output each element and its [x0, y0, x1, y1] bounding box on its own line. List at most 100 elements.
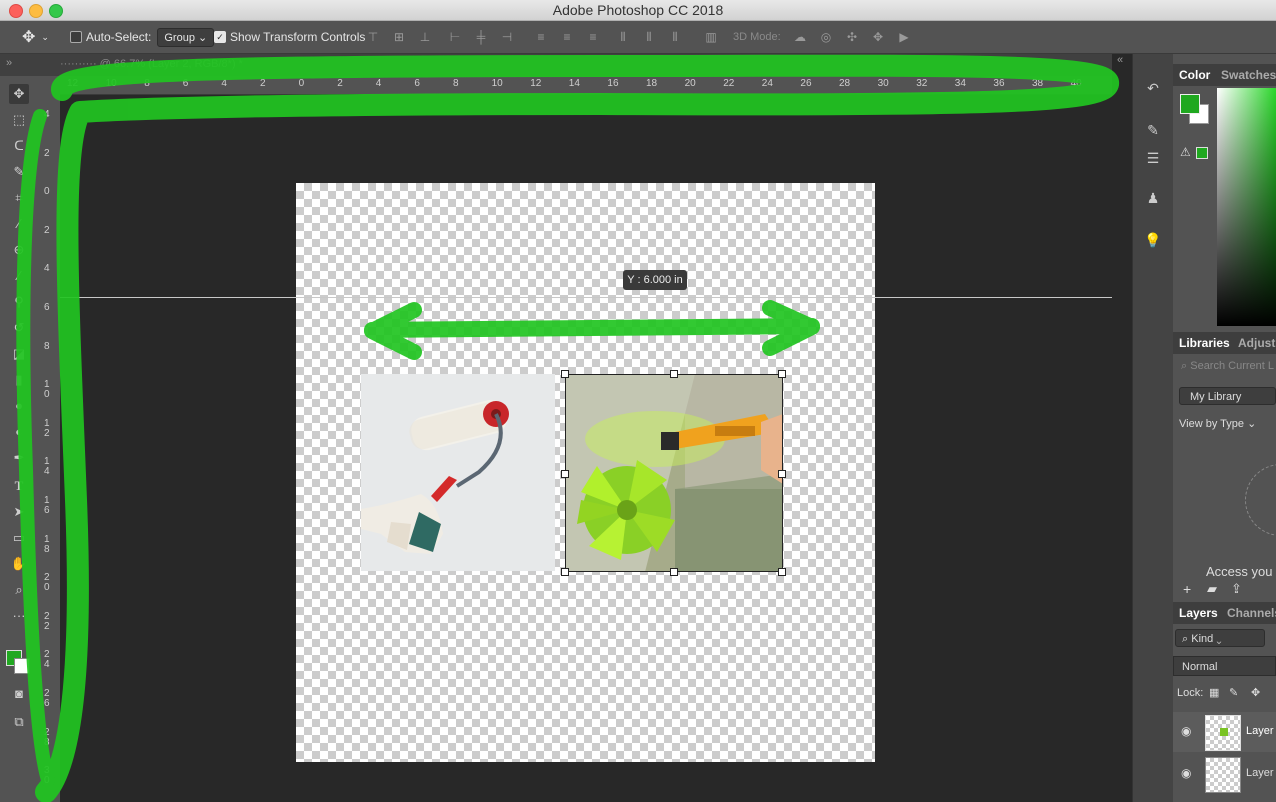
blur-tool-icon[interactable]: ●	[9, 396, 29, 416]
path-select-tool-icon[interactable]: ➤	[9, 502, 29, 522]
layer-row[interactable]: ◉ Layer	[1173, 754, 1276, 794]
paint-roller-image[interactable]	[361, 374, 555, 571]
ruler-tick-label: 2	[260, 78, 266, 89]
auto-align-icon[interactable]: ▥	[704, 30, 718, 44]
properties-panel-icon[interactable]: ☰	[1143, 148, 1163, 168]
distribute-right-icon[interactable]: ⫴	[668, 30, 682, 44]
ruler-tick-label: 18	[646, 78, 658, 89]
auto-select-dropdown[interactable]: Group ⌄	[157, 27, 215, 47]
marquee-tool-icon[interactable]: ⬚	[9, 110, 29, 130]
type-tool-icon[interactable]: T	[9, 476, 29, 496]
zoom-tool-icon[interactable]: ⌕	[9, 580, 29, 600]
orbit-3d-icon[interactable]: ☁	[793, 30, 807, 44]
transform-handle-bl[interactable]	[561, 568, 569, 576]
move-tool-preset[interactable]: ✥ ⌄	[22, 21, 49, 53]
transform-handle-tc[interactable]	[670, 370, 678, 378]
eraser-tool-icon[interactable]: ◪	[9, 344, 29, 364]
distribute-hcenter-icon[interactable]: ⫴	[642, 30, 656, 44]
dodge-tool-icon[interactable]: ◐	[9, 422, 29, 442]
move-tool-icon[interactable]: ✥	[9, 84, 29, 104]
eye-icon[interactable]: ◉	[1181, 766, 1191, 780]
brush-settings-icon[interactable]: ✎	[1143, 120, 1163, 140]
learn-panel-icon[interactable]: 💡	[1143, 230, 1163, 250]
transform-handle-br[interactable]	[778, 568, 786, 576]
auto-select-checkbox[interactable]	[70, 31, 82, 43]
lock-transparency-icon[interactable]: ▦	[1209, 686, 1219, 699]
clone-source-icon[interactable]: ♟	[1143, 188, 1163, 208]
tab-color[interactable]: Color	[1179, 68, 1210, 82]
library-search-input[interactable]: ⌕ Search Current L	[1175, 360, 1276, 378]
align-right-icon[interactable]: ⊣	[500, 30, 514, 44]
lock-position-icon[interactable]: ✥	[1251, 686, 1260, 699]
add-content-icon[interactable]: +	[1183, 581, 1191, 597]
distribute-bottom-icon[interactable]: ≡	[586, 30, 600, 44]
more-tools-icon[interactable]: ···	[9, 606, 29, 626]
color-field[interactable]	[1217, 88, 1276, 326]
align-top-icon[interactable]: ⊤	[366, 30, 380, 44]
layers-panel-tabs: Layers Channels	[1173, 602, 1276, 624]
tab-libraries[interactable]: Libraries	[1179, 336, 1230, 350]
ruler-tick-label: 38	[1032, 78, 1044, 89]
brush-tool-icon[interactable]: ∕	[9, 266, 29, 286]
quick-mask-icon[interactable]: ◙	[9, 684, 29, 704]
distribute-vcenter-icon[interactable]: ≡	[560, 30, 574, 44]
collapse-icon[interactable]: »	[6, 57, 12, 69]
roll-3d-icon[interactable]: ◎	[819, 30, 833, 44]
align-bottom-icon[interactable]: ⊥	[418, 30, 432, 44]
lock-pixels-icon[interactable]: ✎	[1229, 686, 1238, 699]
crop-tool-icon[interactable]: ⌗	[9, 188, 29, 208]
folder-icon[interactable]: ▰	[1207, 581, 1217, 597]
history-brush-tool-icon[interactable]: ↺	[9, 318, 29, 338]
transform-handle-tl[interactable]	[561, 370, 569, 378]
vertical-ruler[interactable]: 4 2 0 2 4 6 8 10 12 14 16 18 20 22 24 26 28 30	[38, 94, 61, 802]
slide-3d-icon[interactable]: ✥	[871, 30, 885, 44]
transform-handle-tr[interactable]	[778, 370, 786, 378]
healing-tool-icon[interactable]: ⊕	[9, 240, 29, 260]
eyedropper-tool-icon[interactable]: ⁄	[9, 214, 29, 234]
gradient-tool-icon[interactable]: ▮	[9, 370, 29, 390]
library-select[interactable]: My Library	[1179, 387, 1276, 405]
tab-channels[interactable]: Channels	[1227, 606, 1276, 620]
quick-select-tool-icon[interactable]: ✎	[9, 162, 29, 182]
rectangle-tool-icon[interactable]: ▭	[9, 528, 29, 548]
show-transform-checkbox[interactable]: ✓	[214, 31, 226, 43]
distribute-top-icon[interactable]: ≡	[534, 30, 548, 44]
background-color-swatch[interactable]	[14, 658, 30, 674]
transform-handle-mr[interactable]	[778, 470, 786, 478]
clone-tool-icon[interactable]: ⚲	[9, 292, 29, 312]
history-panel-icon[interactable]: ↶	[1143, 78, 1163, 98]
layer-row[interactable]: ◉ Layer	[1173, 712, 1276, 752]
lasso-tool-icon[interactable]: ᑕ	[9, 136, 29, 156]
align-vcenter-icon[interactable]: ⊞	[392, 30, 406, 44]
tab-adjustments[interactable]: Adjustm	[1238, 336, 1276, 350]
screen-mode-icon[interactable]: ⧉	[9, 712, 29, 732]
align-left-icon[interactable]: ⊢	[448, 30, 462, 44]
tab-swatches[interactable]: Swatches	[1221, 68, 1276, 82]
hand-tool-icon[interactable]: ✋	[9, 554, 29, 574]
horizontal-ruler[interactable]: 12 10 8 6 4 2 0 2 4 6 8 10 12 14 16 18 20 22 24 26 28 30 32 34 3…	[60, 76, 1112, 95]
scale-3d-icon[interactable]: ▶	[897, 30, 911, 44]
eye-icon[interactable]: ◉	[1181, 724, 1191, 738]
pen-tool-icon[interactable]: ✒	[9, 448, 29, 468]
blend-mode-select[interactable]: Normal	[1173, 656, 1276, 676]
align-hcenter-icon[interactable]: ╪	[474, 30, 488, 44]
ruler-tick-label: 24	[44, 649, 50, 671]
upload-icon[interactable]: ⇪	[1231, 581, 1242, 597]
color-foreground-swatch[interactable]	[1180, 94, 1200, 114]
spray-gun-image[interactable]	[565, 374, 783, 572]
collapse-panels-icon[interactable]: «	[1117, 54, 1123, 66]
view-by-type-dropdown[interactable]: View by Type ⌄	[1179, 417, 1256, 430]
layer-filter-kind[interactable]: ⌕ Kind ⌄	[1175, 629, 1265, 647]
ruler-tick-label: 2	[337, 78, 343, 89]
web-safe-color-swatch[interactable]	[1196, 147, 1208, 159]
gamut-warning-icon[interactable]: ⚠	[1180, 145, 1191, 159]
document-tab[interactable]: ·········· @ 66.7% (Layer 2, RGB/8*) *	[60, 58, 243, 70]
transform-handle-ml[interactable]	[561, 470, 569, 478]
horizontal-guide[interactable]	[60, 297, 1112, 298]
distribute-left-icon[interactable]: ⫴	[616, 30, 630, 44]
guide-position-tooltip: Y : 6.000 in	[623, 270, 687, 290]
ruler-tick-label: 12	[530, 78, 542, 89]
transform-handle-bc[interactable]	[670, 568, 678, 576]
tab-layers[interactable]: Layers	[1179, 606, 1218, 620]
drag-3d-icon[interactable]: ✣	[845, 30, 859, 44]
